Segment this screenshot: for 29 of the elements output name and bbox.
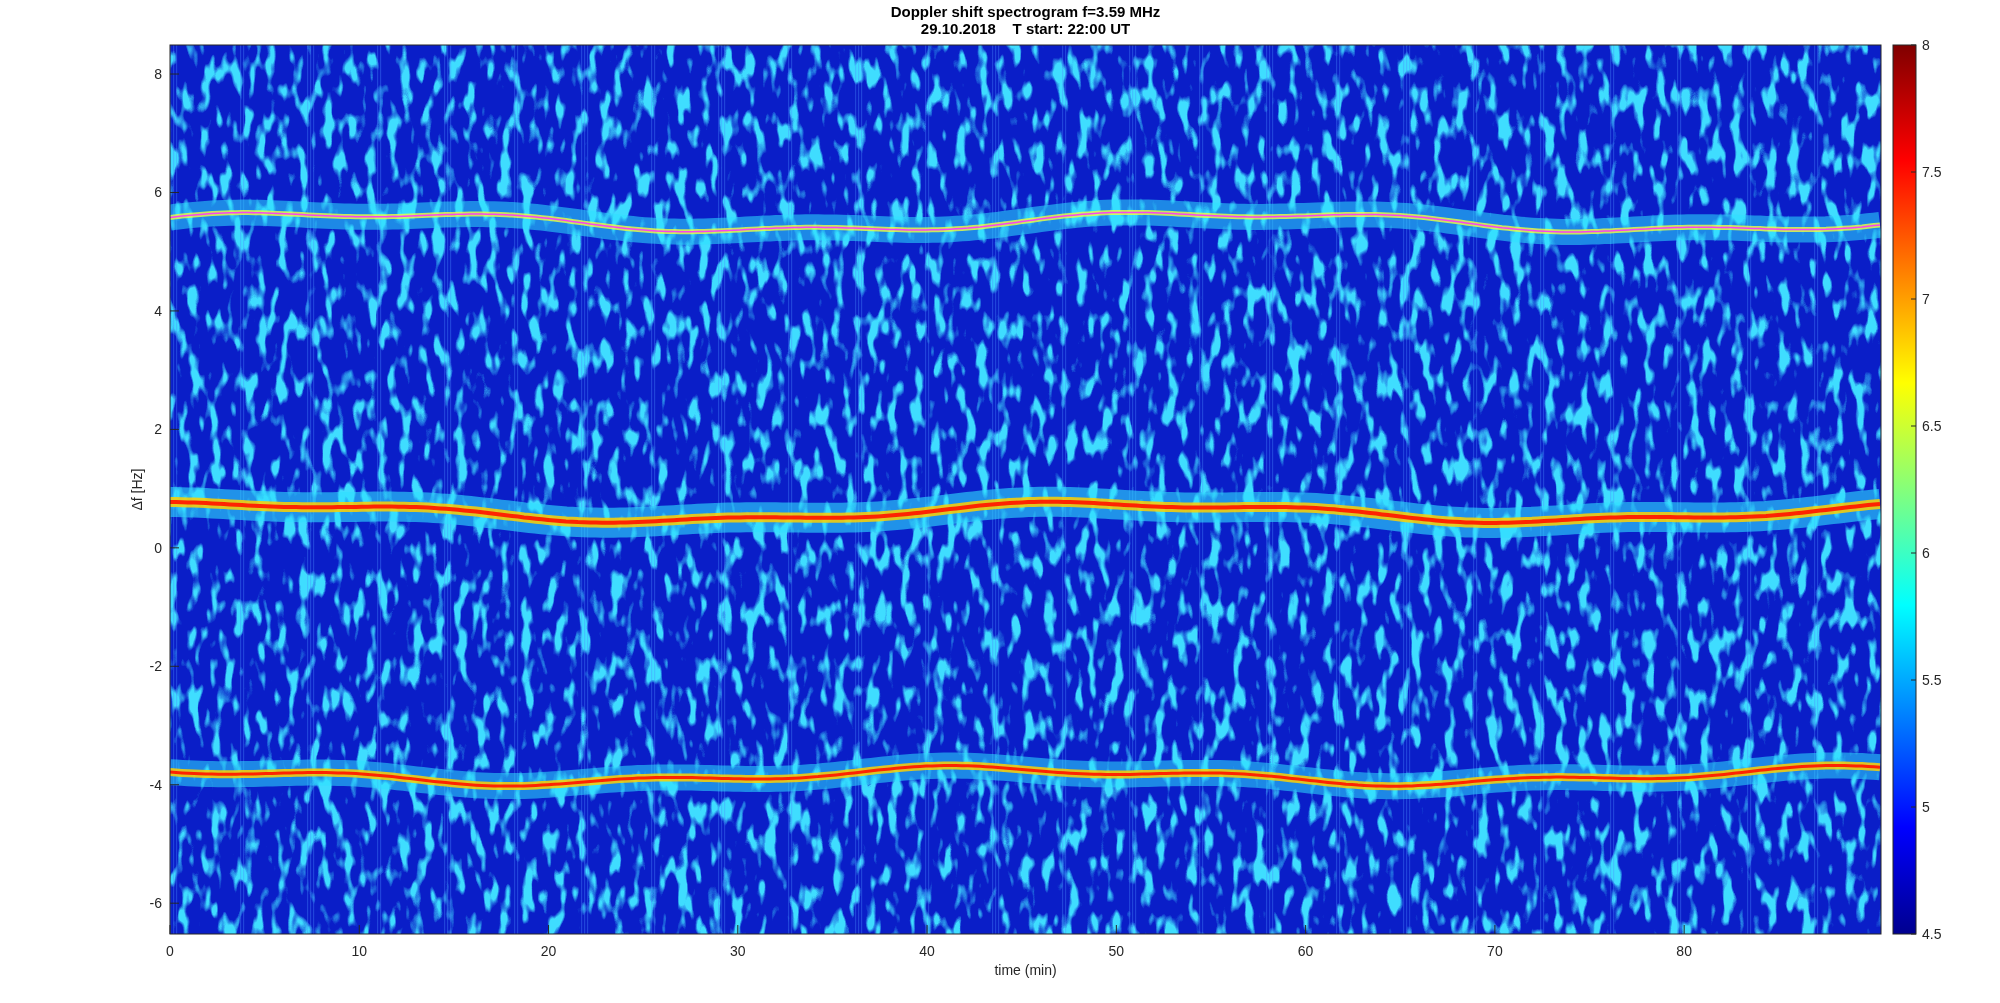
- x-axis-label: time (min): [994, 962, 1057, 978]
- colorbar-tick-label: 7: [1922, 291, 1930, 307]
- y-tick-label: -6: [149, 895, 162, 912]
- colorbar-tick-label: 5: [1922, 799, 1930, 815]
- x-tick-label: 20: [540, 943, 557, 959]
- chart-title: Doppler shift spectrogram f=3.59 MHz: [890, 3, 1161, 20]
- colorbar-tick-label: 8: [1922, 37, 1930, 53]
- x-tick-label: 80: [1676, 943, 1692, 959]
- y-tick-label: 4: [154, 302, 162, 319]
- y-tick-label: -2: [149, 658, 162, 675]
- colorbar-tick-label: 6.5: [1922, 418, 1942, 434]
- x-tick-label: 30: [730, 943, 746, 959]
- colorbar-tick-label: 4.5: [1922, 926, 1942, 942]
- x-tick-label: 10: [351, 943, 368, 959]
- x-tick-label: 60: [1297, 943, 1314, 959]
- colorbar-tick-label: 6: [1922, 545, 1930, 561]
- y-tick-label: 8: [154, 66, 162, 82]
- y-tick-label: 6: [154, 184, 162, 201]
- x-tick-label: 0: [166, 943, 174, 959]
- y-tick-label: 0: [154, 539, 162, 556]
- x-tick-label: 50: [1108, 943, 1125, 959]
- y-tick-label: 2: [154, 421, 162, 438]
- y-axis-label: Δf [Hz]: [129, 468, 145, 511]
- x-tick-label: 40: [919, 943, 935, 959]
- y-tick-label: -4: [149, 776, 162, 793]
- colorbar-tick-label: 5.5: [1922, 672, 1942, 688]
- colorbar-tick-label: 7.5: [1922, 164, 1942, 180]
- x-tick-label: 70: [1487, 943, 1503, 959]
- chart-title: 29.10.2018 T start: 22:00 UT: [920, 20, 1131, 37]
